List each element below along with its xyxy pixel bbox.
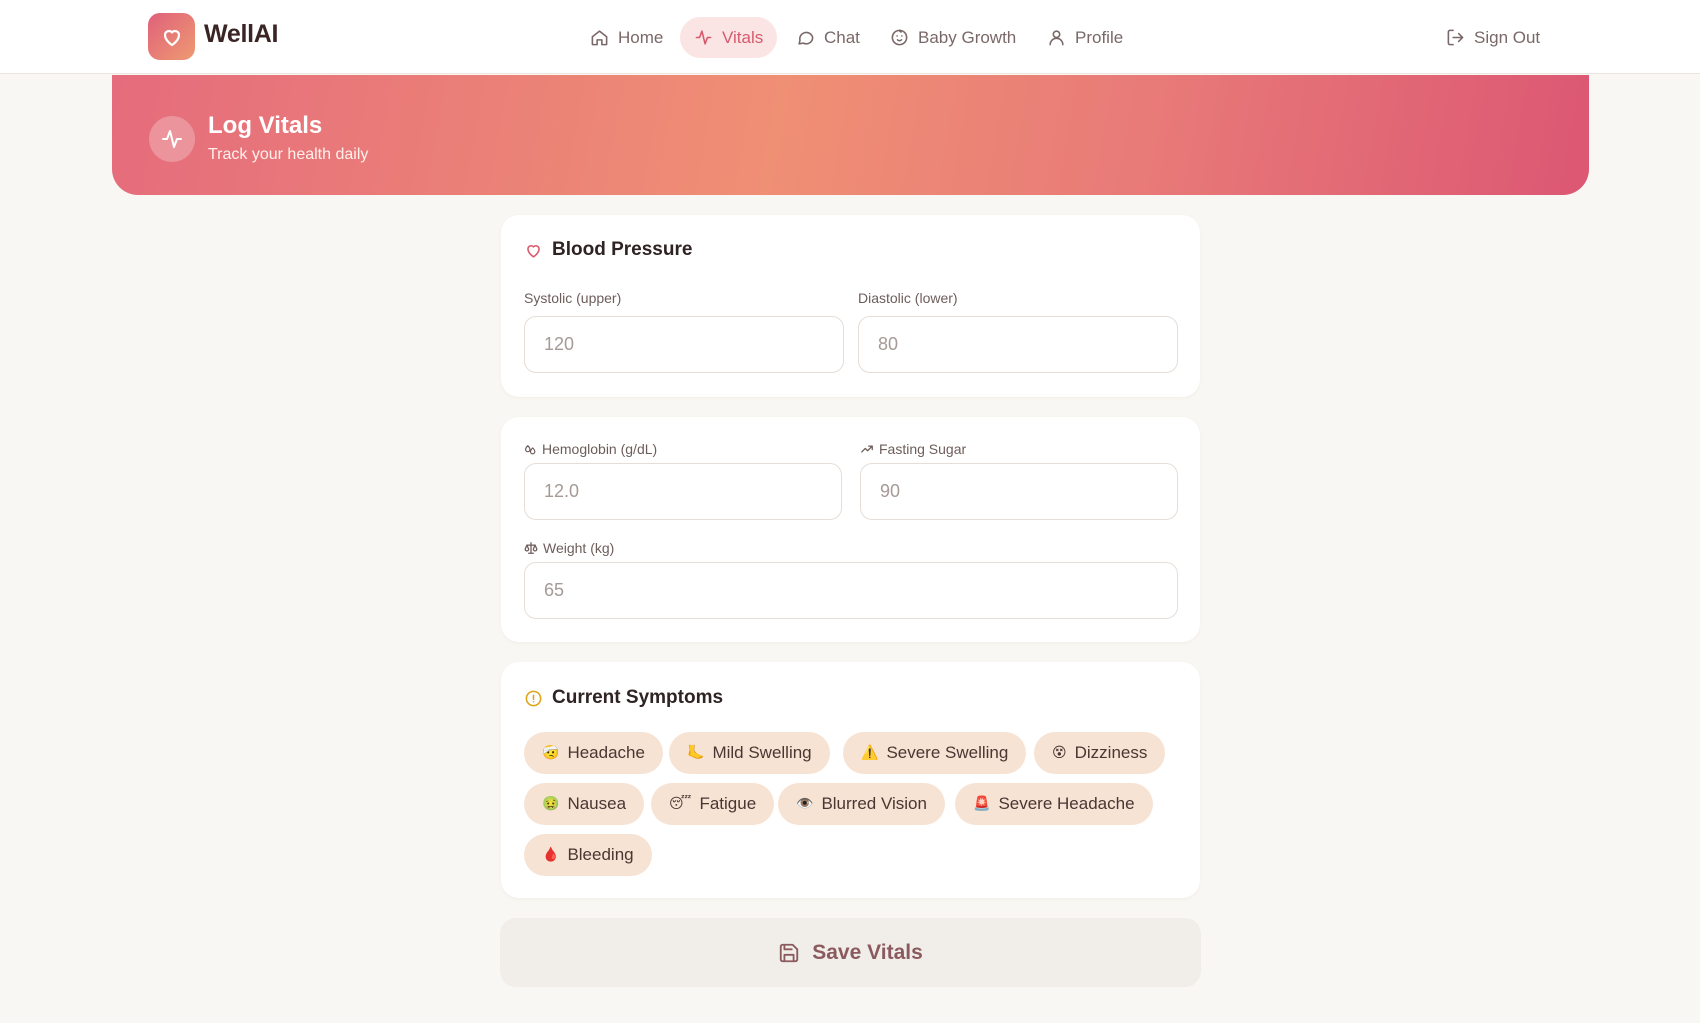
- dizzy-emoji-icon: 😵: [1052, 745, 1067, 761]
- blood-pressure-card: Blood Pressure Systolic (upper) Diastoli…: [501, 215, 1200, 397]
- symptom-chip-blurred-vision[interactable]: 👁️ Blurred Vision: [778, 783, 945, 825]
- hero-icon-badge: [149, 116, 195, 162]
- mild-swelling-emoji-icon: 🦶: [687, 745, 705, 761]
- symptom-chip-mild-swelling[interactable]: 🦶 Mild Swelling: [669, 732, 830, 774]
- symptoms-card: Current Symptoms 🤕 Headache 🦶 Mild Swell…: [501, 662, 1200, 898]
- symptom-chip-label: Headache: [567, 743, 645, 762]
- weight-label: Weight (kg): [524, 540, 614, 556]
- nav-baby-growth[interactable]: Baby Growth: [876, 17, 1030, 58]
- brand-name: WellAI: [204, 20, 279, 48]
- nav-chat[interactable]: Chat: [782, 17, 874, 58]
- chat-icon: [798, 31, 814, 45]
- fasting-sugar-label: Fasting Sugar: [860, 441, 966, 457]
- symptom-chip-label: Mild Swelling: [712, 743, 812, 762]
- logo[interactable]: [148, 13, 195, 60]
- systolic-input[interactable]: [524, 316, 844, 373]
- activity-icon: [695, 30, 712, 45]
- nav-chat-label: Chat: [824, 27, 860, 47]
- droplets-icon: [525, 444, 536, 454]
- symptom-chip-label: Bleeding: [567, 845, 634, 864]
- blood-pressure-title-text: Blood Pressure: [552, 239, 693, 260]
- save-vitals-label: Save Vitals: [812, 940, 923, 964]
- top-nav: WellAI Home Vitals Chat Baby Growth Prof…: [0, 0, 1700, 74]
- blood-pressure-title: Blood Pressure: [524, 239, 692, 261]
- weight-input[interactable]: [524, 562, 1178, 619]
- nav-vitals[interactable]: Vitals: [680, 17, 778, 58]
- drop-of-blood-emoji-icon: 🩸: [542, 847, 560, 863]
- alert-circle-icon: [525, 690, 542, 706]
- symptom-chip-label: Blurred Vision: [821, 794, 927, 813]
- sign-out-button[interactable]: Sign Out: [1432, 17, 1554, 58]
- fasting-sugar-label-text: Fasting Sugar: [879, 441, 967, 457]
- symptom-chip-dizziness[interactable]: 😵 Dizziness: [1034, 732, 1166, 774]
- user-icon: [1049, 30, 1064, 46]
- metrics-card: Hemoglobin (g/dL) Fasting Sugar Weight (…: [501, 417, 1200, 642]
- symptom-chip-severe-headache[interactable]: 🚨 Severe Headache: [955, 783, 1153, 825]
- nav-vitals-label: Vitals: [722, 27, 764, 47]
- nav-home[interactable]: Home: [576, 17, 677, 58]
- symptom-chip-label: Fatigue: [699, 794, 757, 813]
- alarm-emoji-icon: 🚨: [973, 796, 991, 812]
- diastolic-label: Diastolic (lower): [858, 290, 958, 306]
- nav-baby-growth-label: Baby Growth: [918, 27, 1017, 47]
- scale-icon: [524, 542, 538, 554]
- heart-icon: [163, 29, 180, 46]
- symptom-chip-label: Dizziness: [1074, 743, 1148, 762]
- fatigue-emoji-icon: 😴: [669, 796, 692, 812]
- hemoglobin-input[interactable]: [524, 463, 842, 520]
- warning-emoji-icon: ⚠️: [861, 745, 879, 761]
- symptom-chip-severe-swelling[interactable]: ⚠️ Severe Swelling: [843, 732, 1027, 774]
- save-vitals-button[interactable]: Save Vitals: [500, 918, 1201, 987]
- systolic-label: Systolic (upper): [524, 290, 622, 306]
- page-title: Log Vitals: [208, 112, 323, 139]
- baby-icon: [891, 29, 908, 46]
- page-header-banner: Log Vitals Track your health daily: [112, 75, 1589, 195]
- activity-icon: [162, 130, 182, 148]
- symptom-chip-headache[interactable]: 🤕 Headache: [524, 732, 663, 774]
- symptom-chip-fatigue[interactable]: 😴 Fatigue: [651, 783, 775, 825]
- nausea-emoji-icon: 🤢: [542, 796, 560, 812]
- weight-label-text: Weight (kg): [543, 540, 615, 556]
- save-icon: [780, 943, 799, 962]
- headache-emoji-icon: 🤕: [542, 745, 560, 761]
- nav-profile-label: Profile: [1075, 27, 1124, 47]
- nav-profile[interactable]: Profile: [1033, 17, 1137, 58]
- symptom-chip-label: Nausea: [567, 794, 627, 813]
- home-icon: [591, 30, 608, 46]
- trending-up-icon: [861, 445, 873, 453]
- sign-out-icon: [1447, 29, 1464, 46]
- page-subtitle: Track your health daily: [208, 146, 369, 163]
- hemoglobin-label: Hemoglobin (g/dL): [524, 441, 657, 457]
- symptoms-title: Current Symptoms: [524, 687, 723, 709]
- symptom-chip-bleeding[interactable]: 🩸 Bleeding: [524, 834, 652, 876]
- symptoms-title-text: Current Symptoms: [552, 687, 724, 708]
- diastolic-input[interactable]: [858, 316, 1178, 373]
- symptom-chip-label: Severe Swelling: [886, 743, 1009, 762]
- symptom-chip-label: Severe Headache: [998, 794, 1135, 813]
- symptom-chip-nausea[interactable]: 🤢 Nausea: [524, 783, 645, 825]
- eye-emoji-icon: 👁️: [796, 796, 814, 812]
- nav-home-label: Home: [618, 27, 664, 47]
- heart-icon: [527, 244, 540, 258]
- hemoglobin-label-text: Hemoglobin (g/dL): [542, 441, 658, 457]
- sign-out-label: Sign Out: [1474, 27, 1541, 47]
- fasting-sugar-input[interactable]: [860, 463, 1178, 520]
